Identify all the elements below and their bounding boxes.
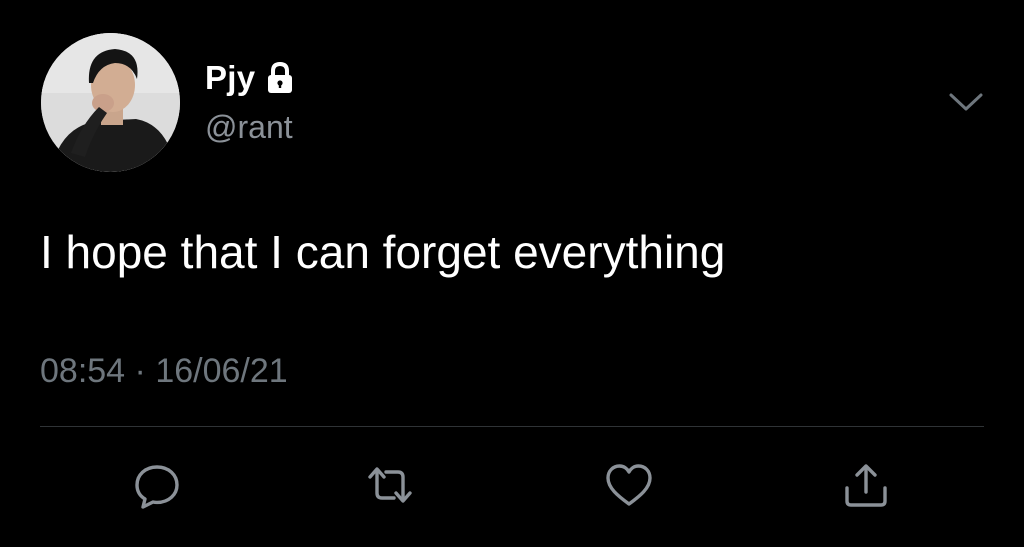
author-name-row: Pjy <box>205 58 295 98</box>
lock-icon <box>265 61 295 95</box>
author-handle[interactable]: @rant <box>205 107 293 147</box>
chevron-down-icon[interactable] <box>948 90 984 114</box>
tweet-text: I hope that I can forget everything <box>40 226 726 278</box>
profile-photo <box>41 33 180 172</box>
reply-button[interactable] <box>132 460 182 510</box>
tweet-time: 08:54 <box>40 352 126 390</box>
timestamp-separator: · <box>134 352 146 390</box>
retweet-button[interactable] <box>365 460 415 510</box>
like-button[interactable] <box>604 460 654 510</box>
heart-icon <box>606 464 652 506</box>
avatar[interactable] <box>41 33 180 172</box>
divider <box>40 426 984 427</box>
tweet-date: 16/06/21 <box>155 352 288 390</box>
retweet-arrows-icon <box>368 467 412 503</box>
speech-bubble-icon <box>135 465 179 509</box>
tweet-timestamp[interactable]: 08:54 · 16/06/21 <box>40 350 288 392</box>
share-button[interactable] <box>841 460 891 510</box>
share-upload-icon <box>845 464 887 507</box>
display-name[interactable]: Pjy <box>205 58 255 98</box>
